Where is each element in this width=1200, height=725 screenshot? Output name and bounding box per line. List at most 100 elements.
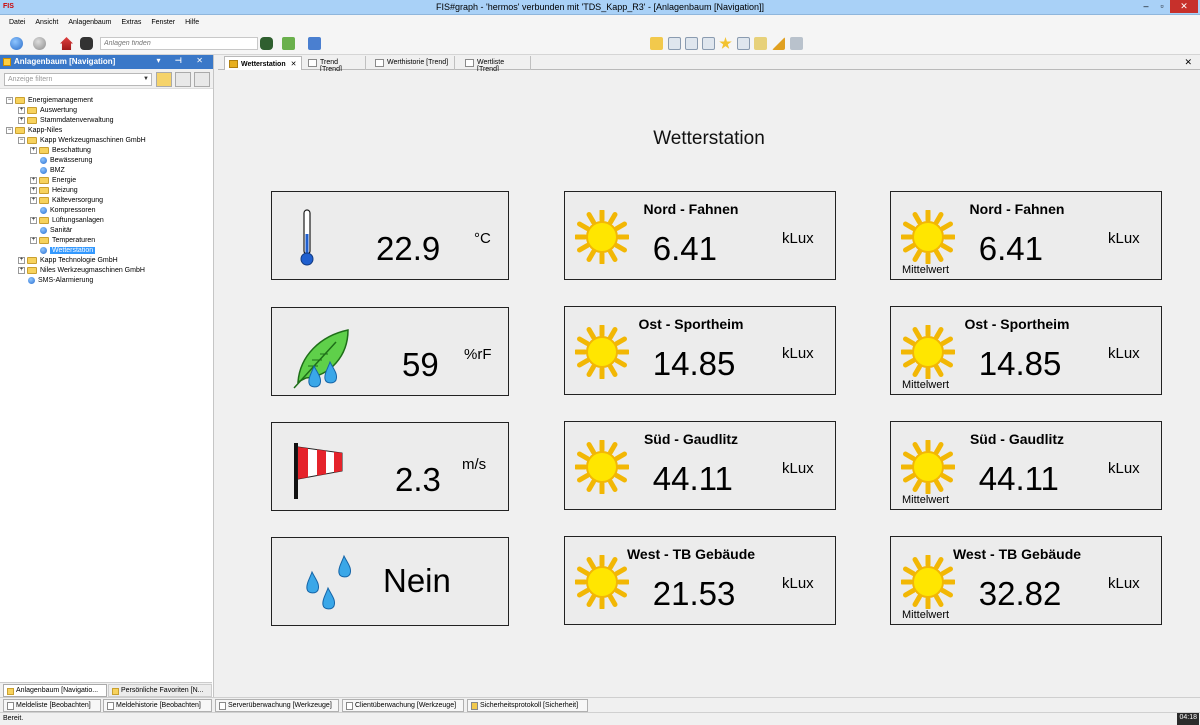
close-window-button[interactable]: ✕ [1170, 0, 1198, 13]
home-icon[interactable] [60, 37, 73, 50]
collapse-icon[interactable]: − [6, 126, 13, 134]
tab-label: Meldeliste [Beobachten] [16, 702, 91, 709]
document-icon[interactable] [668, 37, 681, 50]
expand-icon[interactable]: + [30, 146, 37, 154]
collapse-icon[interactable]: − [6, 96, 13, 104]
average-label: Mittelwert [902, 609, 950, 621]
tree-node[interactable]: + Kälteversorgung [30, 195, 103, 205]
tree-node[interactable]: + Niles Werkzeugmaschinen GmbH [18, 265, 145, 275]
sensor-location: Süd - Gaudlitz [643, 431, 739, 447]
grid-icon[interactable] [685, 37, 698, 50]
leaf-drops-icon [293, 329, 349, 389]
tab-sicherheitsprotokoll[interactable]: Sicherheitsprotokoll [Sicherheit] [467, 699, 588, 712]
tree-node[interactable]: − Kapp Werkzeugmaschinen GmbH [18, 135, 146, 145]
panel-title: Anlagenbaum [Navigation] [14, 57, 116, 66]
list-icon[interactable] [737, 37, 750, 50]
temperature-unit: °C [474, 230, 491, 247]
menu-extras[interactable]: Extras [117, 15, 147, 32]
tree-node[interactable]: − Energiemanagement [6, 95, 93, 105]
find-binoculars-icon[interactable] [260, 37, 273, 50]
lock-icon [471, 702, 478, 710]
tree-node[interactable]: + Lüftungsanlagen [30, 215, 104, 225]
close-tabs-icon[interactable]: ✕ [1184, 57, 1192, 68]
tab-trend[interactable]: Trend [Trend] [304, 56, 366, 73]
funnel-filter-button[interactable] [194, 72, 210, 87]
back-icon[interactable] [10, 37, 23, 50]
tree-node[interactable]: Wetterstation [30, 245, 96, 255]
tab-clientueberwachung[interactable]: Clientüberwachung [Werkzeuge] [342, 699, 464, 712]
tree-node-label: Auswertung [40, 106, 77, 114]
tree-node[interactable]: + Energie [30, 175, 76, 185]
tab-wetterstation[interactable]: Wetterstation ✕ [224, 56, 302, 70]
illuminance-card: Ost - Sportheim 14.85 kLux Mittelwert [890, 306, 1162, 395]
menu-bar: Datei Ansicht Anlagenbaum Extras Fenster… [0, 15, 1200, 32]
tab-serverueberwachung[interactable]: Serverüberwachung [Werkzeuge] [215, 699, 339, 712]
expand-icon[interactable]: + [30, 216, 37, 224]
tree-node-label: Energiemanagement [28, 96, 93, 104]
binoculars-icon[interactable] [80, 37, 93, 50]
panel-header-buttons[interactable]: ▾ ⊣ ✕ [157, 56, 209, 65]
tab-meldeliste[interactable]: Meldeliste [Beobachten] [3, 699, 101, 712]
star-icon[interactable] [719, 37, 732, 49]
expand-icon[interactable]: + [30, 196, 37, 204]
tree-node[interactable]: + Temperaturen [30, 235, 95, 245]
tree-node[interactable]: BMZ [30, 165, 65, 175]
tree-node[interactable]: + Stammdatenverwaltung [18, 115, 114, 125]
chart-icon[interactable] [702, 37, 715, 50]
illuminance-unit: kLux [782, 345, 814, 362]
wind-unit: m/s [462, 456, 487, 473]
illuminance-value: 6.41 [652, 230, 717, 267]
search-input[interactable] [104, 40, 244, 47]
tree-node[interactable]: + Auswertung [18, 105, 77, 115]
search-field[interactable] [100, 37, 258, 50]
plugin-icon[interactable] [282, 37, 295, 50]
menu-fenster[interactable]: Fenster [146, 15, 180, 32]
tree-node[interactable]: + Heizung [30, 185, 78, 195]
tree-filter-button[interactable] [175, 72, 191, 87]
tab-werthistorie[interactable]: Werthistorie [Trend] [371, 56, 455, 70]
filter-select[interactable]: Anzeige filtern ▼ [4, 73, 152, 86]
tree-node[interactable]: Kompressoren [30, 205, 96, 215]
tree-node-label: Lüftungsanlagen [52, 216, 104, 224]
expand-icon[interactable]: + [18, 106, 25, 114]
folder-icon [7, 688, 14, 695]
tab-meldehistorie[interactable]: Meldehistorie [Beobachten] [103, 699, 212, 712]
calculator-icon[interactable] [790, 37, 803, 50]
forward-icon[interactable] [33, 37, 46, 50]
menu-hilfe[interactable]: Hilfe [180, 15, 204, 32]
navigation-panel: Anlagenbaum [Navigation] ▾ ⊣ ✕ Anzeige f… [0, 55, 214, 697]
open-folder-icon[interactable] [650, 37, 663, 50]
tree-node-label: Niles Werkzeugmaschinen GmbH [40, 266, 145, 274]
menu-anlagenbaum[interactable]: Anlagenbaum [63, 15, 116, 32]
restore-button[interactable]: ▫ [1154, 0, 1170, 13]
tree-node[interactable]: Sanitär [30, 225, 72, 235]
illuminance-card: Süd - Gaudlitz 44.11 kLux [564, 421, 836, 510]
expand-icon[interactable]: + [18, 116, 25, 124]
expand-icon[interactable]: + [30, 176, 37, 184]
tree-node[interactable]: + Beschattung [30, 145, 91, 155]
expand-icon[interactable]: + [18, 256, 25, 264]
ruler-icon[interactable] [772, 37, 785, 50]
edit-icon[interactable] [754, 37, 767, 50]
tree-node[interactable]: SMS-Alarmierung [18, 275, 93, 285]
tab-favoriten[interactable]: Persönliche Favoriten [N... [108, 684, 212, 697]
filter-bar: Anzeige filtern ▼ [0, 69, 213, 89]
tree-node[interactable]: + Kapp Technologie GmbH [18, 255, 118, 265]
tree-node[interactable]: Bewässerung [30, 155, 92, 165]
illuminance-card: West - TB Gebäude 32.82 kLux Mittelwert [890, 536, 1162, 625]
tab-wertliste[interactable]: Wertliste [Trend] [461, 56, 531, 73]
monitor-icon[interactable] [308, 37, 321, 50]
expand-icon[interactable]: + [30, 236, 37, 244]
close-tab-icon[interactable]: ✕ [291, 61, 297, 68]
expand-icon[interactable]: + [30, 186, 37, 194]
folder-filter-button[interactable] [156, 72, 172, 87]
expand-icon[interactable]: + [18, 266, 25, 274]
menu-datei[interactable]: Datei [4, 15, 30, 32]
minimize-button[interactable]: – [1138, 0, 1154, 13]
collapse-icon[interactable]: − [18, 136, 25, 144]
chevron-down-icon[interactable]: ▼ [143, 76, 149, 82]
tree-icon [3, 58, 11, 66]
tree-node[interactable]: − Kapp-Niles [6, 125, 62, 135]
menu-ansicht[interactable]: Ansicht [30, 15, 63, 32]
tab-anlagenbaum[interactable]: Anlagenbaum [Navigatio... [3, 684, 107, 697]
